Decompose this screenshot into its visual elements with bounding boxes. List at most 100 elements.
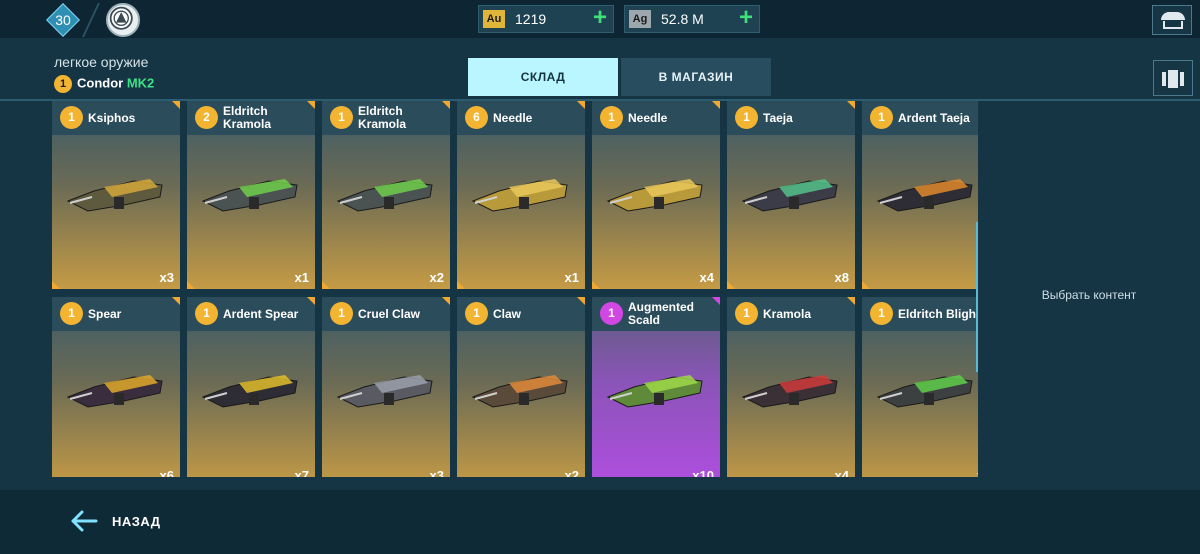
weapon-level-badge: 1 xyxy=(600,106,623,129)
weapon-quantity: x3 xyxy=(429,468,444,477)
weapon-name: Eldritch Kramola xyxy=(223,104,272,131)
silver-currency: Ag 52.8 M + xyxy=(624,5,760,33)
robot-mark: MK2 xyxy=(126,75,155,91)
tab-storage[interactable]: СКЛАД xyxy=(468,58,618,96)
weapon-quantity: x3 xyxy=(159,270,174,285)
weapon-category-label: легкое оружие xyxy=(54,54,149,70)
top-bar: 30 Au 1219 + Ag 52.8 M + xyxy=(0,0,1200,38)
weapon-card[interactable]: 6 Needle x1 xyxy=(457,101,585,289)
weapon-name: Augmented Scald xyxy=(628,300,694,327)
weapon-name: Ardent Spear xyxy=(223,306,299,321)
weapon-level-badge: 1 xyxy=(870,106,893,129)
weapon-grid: 1 Ksiphos x3 2 Eldritch Kramola x1 1 Eldritch K… xyxy=(0,101,978,477)
weapon-card[interactable]: 1 Eldritch Bligh x xyxy=(862,297,978,477)
weapon-name: Claw xyxy=(493,306,522,321)
buy-silver-plus-icon[interactable]: + xyxy=(739,6,753,30)
weapon-image xyxy=(471,179,568,212)
weapon-name: Ksiphos xyxy=(88,110,136,125)
weapon-quantity: x2 xyxy=(564,468,579,477)
weapon-name: Needle xyxy=(628,110,668,125)
divider xyxy=(82,3,100,37)
weapon-level-badge: 1 xyxy=(330,302,353,325)
weapon-image xyxy=(876,179,973,212)
weapon-image xyxy=(66,375,163,408)
rarity-corner xyxy=(457,281,465,289)
weapon-name: Spear xyxy=(88,306,122,321)
weapon-card[interactable]: 1 Spear x6 xyxy=(52,297,180,477)
gold-icon: Au xyxy=(483,10,505,28)
weapon-image xyxy=(606,179,703,212)
robot-name: Condor xyxy=(77,75,124,91)
weapon-level-badge: 6 xyxy=(465,106,488,129)
player-level: 30 xyxy=(55,12,71,28)
weapon-name: Kramola xyxy=(763,306,812,321)
back-label: НАЗАД xyxy=(112,513,161,529)
silver-icon: Ag xyxy=(629,10,651,28)
weapon-name: Eldritch Bligh xyxy=(898,306,976,321)
weapon-name: Eldritch Kramola xyxy=(358,104,407,131)
rank-emblem-icon[interactable] xyxy=(106,3,140,37)
weapon-level-badge: 1 xyxy=(60,302,83,325)
robot-info: 1 Condor MK2 xyxy=(54,75,154,93)
gold-currency: Au 1219 + xyxy=(478,5,614,33)
weapon-quantity: x10 xyxy=(692,468,714,477)
weapon-card[interactable]: 1 Augmented Scald x10 xyxy=(592,297,720,477)
weapon-card[interactable]: 1 Eldritch Kramola x2 xyxy=(322,101,450,289)
robot-view-button[interactable] xyxy=(1153,60,1193,96)
weapon-level-badge: 1 xyxy=(735,302,758,325)
weapon-image xyxy=(876,375,973,408)
weapon-name: Cruel Claw xyxy=(358,306,421,321)
weapon-name: Needle xyxy=(493,110,533,125)
weapon-card[interactable]: 2 Eldritch Kramola x1 xyxy=(187,101,315,289)
weapon-quantity: x2 xyxy=(429,270,444,285)
rarity-corner xyxy=(727,281,735,289)
weapon-level-badge: 1 xyxy=(465,302,488,325)
weapon-level-badge: 1 xyxy=(330,106,353,129)
weapon-level-badge: 1 xyxy=(600,302,623,325)
robot-view-icon xyxy=(1162,72,1166,86)
gold-amount: 1219 xyxy=(515,11,547,27)
weapon-card[interactable]: 1 Kramola x4 xyxy=(727,297,855,477)
rarity-corner xyxy=(592,281,600,289)
weapon-quantity: x xyxy=(977,468,978,477)
weapon-level-badge: 1 xyxy=(870,302,893,325)
weapon-card[interactable]: 1 Needle x4 xyxy=(592,101,720,289)
weapon-quantity: x1 xyxy=(294,270,309,285)
weapon-image xyxy=(201,179,298,212)
weapon-quantity: x6 xyxy=(159,468,174,477)
weapon-quantity: x4 xyxy=(834,468,849,477)
silver-amount: 52.8 M xyxy=(661,11,704,27)
weapon-level-badge: 1 xyxy=(195,302,218,325)
weapon-image xyxy=(66,179,163,212)
tab-shop[interactable]: В МАГАЗИН xyxy=(621,58,771,96)
weapon-quantity: x4 xyxy=(699,270,714,285)
weapon-quantity: x1 xyxy=(564,270,579,285)
back-arrow-icon xyxy=(71,510,98,532)
select-content-hint: Выбрать контент xyxy=(1041,288,1137,302)
back-button[interactable]: НАЗАД xyxy=(70,504,161,538)
bottom-bar: НАЗАД xyxy=(0,490,1200,554)
robot-level-badge: 1 xyxy=(54,75,72,93)
weapon-level-badge: 2 xyxy=(195,106,218,129)
rarity-corner xyxy=(862,281,870,289)
weapon-card[interactable]: 1 Taeja x8 xyxy=(727,101,855,289)
weapon-card[interactable]: 1 Claw x2 xyxy=(457,297,585,477)
weapon-card[interactable]: 1 Ardent Spear x7 xyxy=(187,297,315,477)
weapon-image xyxy=(741,375,838,408)
weapon-card[interactable]: 1Ardent Taejax xyxy=(862,101,978,289)
weapon-card[interactable]: 1 Cruel Claw x3 xyxy=(322,297,450,477)
weapon-quantity: x7 xyxy=(294,468,309,477)
weapon-card[interactable]: 1 Ksiphos x3 xyxy=(52,101,180,289)
weapon-image xyxy=(606,375,703,408)
hangar-button[interactable] xyxy=(1152,5,1192,35)
weapon-level-badge: 1 xyxy=(60,106,83,129)
hangar-icon xyxy=(1161,12,1185,20)
weapon-quantity: x8 xyxy=(834,270,849,285)
weapon-name: Taeja xyxy=(763,110,793,125)
weapon-image xyxy=(741,179,838,212)
weapon-name: Ardent Taeja xyxy=(898,110,970,125)
buy-gold-plus-icon[interactable]: + xyxy=(593,6,607,30)
player-level-badge[interactable]: 30 xyxy=(46,3,80,37)
weapon-image xyxy=(336,375,433,408)
weapon-image xyxy=(201,375,298,408)
